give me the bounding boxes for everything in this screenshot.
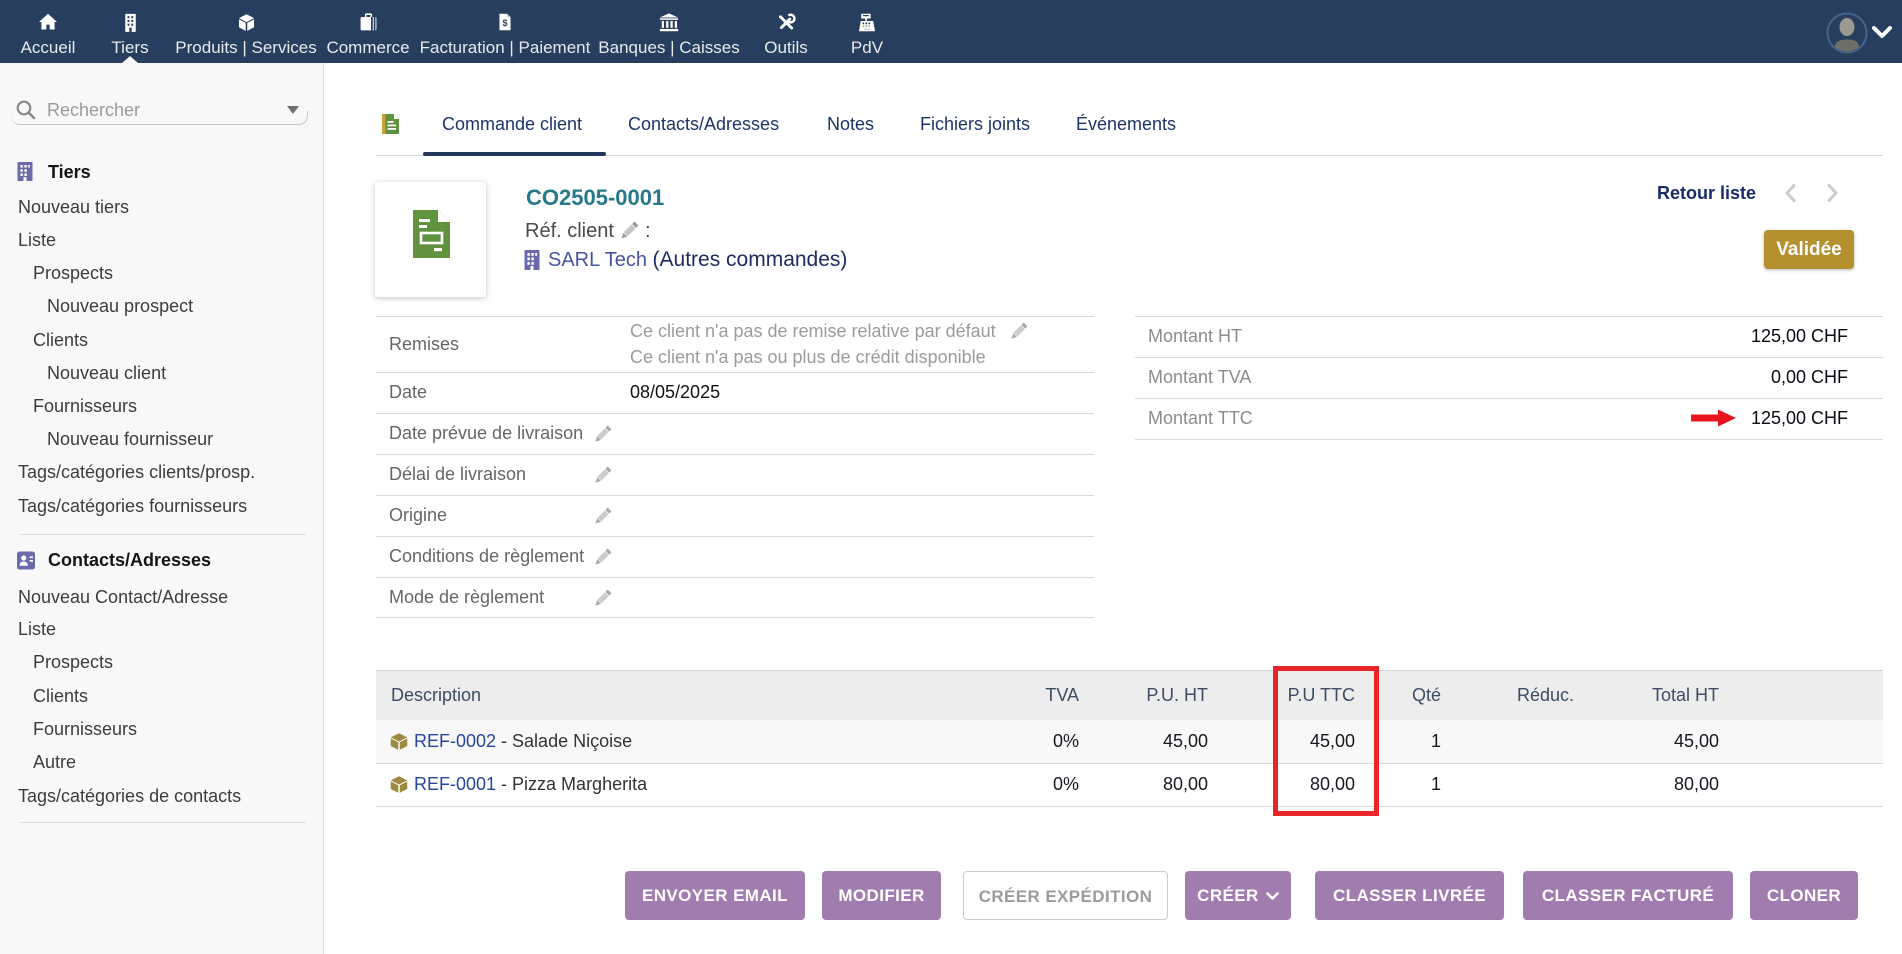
svg-text:$: $ (502, 18, 507, 28)
